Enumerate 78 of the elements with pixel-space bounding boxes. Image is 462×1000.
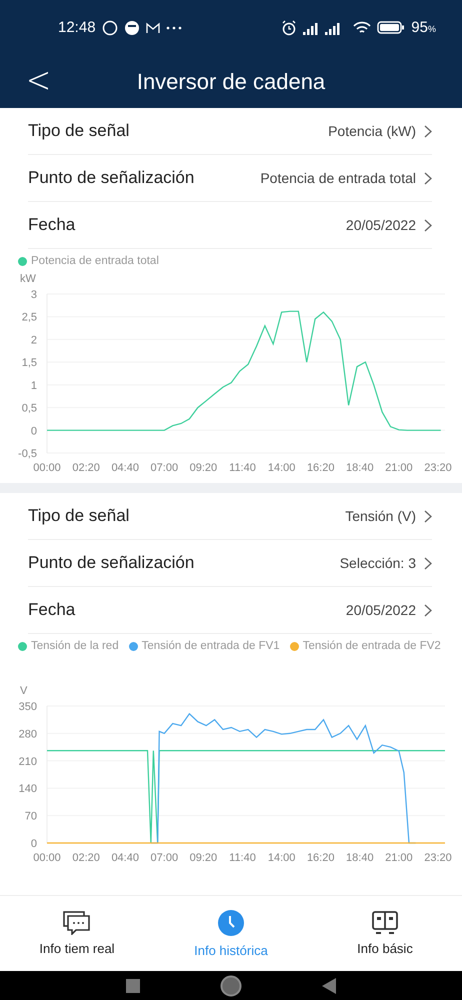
legend-label: Tensión de entrada de FV1 bbox=[142, 640, 280, 652]
chevron-icon bbox=[424, 172, 432, 184]
legend-label: Tensión de la red bbox=[31, 640, 119, 652]
clock-icon bbox=[217, 909, 245, 937]
status-time: 12:48 bbox=[58, 19, 96, 36]
back-button[interactable]: < bbox=[20, 60, 58, 102]
chevron-icon bbox=[424, 604, 432, 616]
wifi-icon bbox=[353, 20, 372, 34]
axis-label: 04:40 bbox=[111, 852, 139, 864]
chat-icon bbox=[63, 911, 91, 935]
nav-tab[interactable]: Info básic bbox=[308, 896, 462, 971]
battery-level: 95% bbox=[411, 19, 436, 36]
home-icon[interactable] bbox=[220, 974, 242, 996]
axis-label: 18:40 bbox=[346, 852, 374, 864]
axis-label: 210 bbox=[18, 756, 37, 768]
axis-label: 18:40 bbox=[346, 462, 374, 474]
axis-label: -0,5 bbox=[18, 448, 37, 460]
setting-value[interactable]: 20/05/2022 bbox=[346, 602, 416, 618]
axis-label: 00:00 bbox=[33, 462, 61, 474]
axis-unit: kW bbox=[20, 273, 36, 285]
setting-value[interactable]: Potencia (kW) bbox=[328, 123, 416, 139]
axis-label: 21:00 bbox=[385, 462, 413, 474]
setting-value[interactable]: 20/05/2022 bbox=[346, 217, 416, 233]
recents-icon[interactable] bbox=[126, 978, 140, 992]
axis-label: 07:00 bbox=[150, 462, 178, 474]
axis-label: 14:00 bbox=[268, 852, 296, 864]
chevron-icon bbox=[424, 124, 432, 138]
axis-label: 23:20 bbox=[424, 852, 452, 864]
back-icon[interactable] bbox=[322, 978, 336, 994]
axis-label: 0 bbox=[30, 838, 37, 850]
axis-label: 0,5 bbox=[22, 402, 37, 415]
axis-label: 0 bbox=[30, 425, 37, 438]
cabinet-icon bbox=[372, 911, 398, 935]
chevron-icon bbox=[424, 218, 432, 232]
axis-label: 04:40 bbox=[111, 462, 139, 474]
battery-icon bbox=[377, 21, 406, 34]
setting-value[interactable]: Tensión (V) bbox=[345, 508, 416, 524]
setting-value[interactable]: Selección: 3 bbox=[340, 555, 416, 571]
axis-label: 2,5 bbox=[22, 312, 37, 324]
axis-unit: V bbox=[20, 685, 28, 697]
setting-value[interactable]: Potencia de entrada total bbox=[260, 170, 416, 186]
axis-label: 140 bbox=[18, 783, 37, 796]
axis-label: 70 bbox=[24, 810, 37, 823]
axis-label: 14:00 bbox=[268, 462, 296, 474]
axis-label: 21:00 bbox=[385, 852, 413, 864]
mail-icon bbox=[146, 22, 160, 34]
axis-label: 02:20 bbox=[72, 462, 100, 474]
setting-label: Tipo de señal bbox=[28, 121, 130, 141]
legend-label: Potencia de entrada total bbox=[31, 255, 159, 267]
app-badge-icon bbox=[124, 20, 140, 36]
page-title: Inversor de cadena bbox=[136, 68, 326, 94]
chevron-icon bbox=[424, 510, 432, 522]
nav-tab[interactable]: Info tiem real bbox=[0, 896, 154, 971]
setting-label: Tipo de señal bbox=[28, 506, 130, 526]
axis-label: 11:40 bbox=[229, 852, 256, 864]
more-icon bbox=[166, 26, 182, 30]
axis-label: 09:20 bbox=[190, 852, 218, 864]
axis-label: 1 bbox=[30, 380, 37, 392]
legend-label: Tensión de entrada de FV2 bbox=[302, 640, 441, 652]
alarm-icon bbox=[281, 20, 298, 36]
axis-label: 280 bbox=[18, 728, 37, 740]
axis-label: 2 bbox=[30, 334, 37, 346]
setting-label: Fecha bbox=[28, 600, 76, 620]
axis-label: 02:20 bbox=[72, 852, 100, 864]
axis-label: 11:40 bbox=[229, 462, 256, 474]
axis-label: 16:20 bbox=[306, 462, 334, 474]
setting-label: Punto de señalización bbox=[28, 553, 194, 573]
setting-label: Punto de señalización bbox=[28, 168, 194, 188]
axis-label: 3 bbox=[30, 289, 37, 301]
axis-label: 23:20 bbox=[424, 462, 452, 474]
axis-label: 09:20 bbox=[190, 462, 218, 474]
axis-label: 1,5 bbox=[22, 357, 37, 370]
chevron-icon bbox=[424, 556, 432, 570]
axis-label: 07:00 bbox=[150, 852, 178, 864]
axis-label: 350 bbox=[18, 701, 37, 713]
axis-label: 00:00 bbox=[33, 852, 61, 864]
axis-label: 16:20 bbox=[306, 852, 334, 864]
setting-label: Fecha bbox=[28, 215, 76, 235]
